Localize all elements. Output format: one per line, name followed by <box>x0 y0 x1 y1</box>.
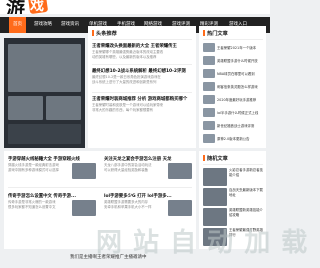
nav-game-guides[interactable]: 游戏攻略 <box>34 17 52 33</box>
random-item[interactable]: 百战天虫最新版本下载地址 <box>229 188 263 198</box>
hot-articles-title: 热门文章 <box>207 31 228 37</box>
hot-item[interactable]: 新世纪福音战士游戏评测 <box>217 123 263 128</box>
site-logo[interactable]: 游 戏 <box>0 0 52 14</box>
hot-thumb[interactable] <box>203 82 215 91</box>
featured-image-small[interactable] <box>46 96 81 120</box>
hot-item[interactable]: 刺客信条英灵殿怎么样游戏 <box>217 84 263 89</box>
random-item-image[interactable] <box>203 188 227 206</box>
headline-article-summary: 战斗系统上进行了大量的改进和创新是系列 <box>92 80 157 84</box>
random-item-image[interactable] <box>203 168 227 186</box>
list-item-image[interactable] <box>168 200 192 216</box>
hot-thumb[interactable] <box>203 134 215 143</box>
nav-home[interactable]: 首页 <box>9 17 26 33</box>
hot-thumb[interactable] <box>203 43 215 52</box>
list-item-image[interactable] <box>72 200 96 216</box>
section-marker <box>92 30 94 36</box>
hot-articles-panel: 热门文章 王者荣耀2021年一个版本 英雄联盟手游什么时候开放 NBA球员在哪里… <box>199 26 266 148</box>
site-header: 游 戏 <box>0 0 270 14</box>
hot-thumb[interactable] <box>203 121 215 130</box>
hot-item[interactable]: NBA球员在哪里可以看到 <box>217 71 263 76</box>
nav-game-news[interactable]: 游戏资讯 <box>61 17 79 33</box>
headline-article-summary: 非常大的乐趣的东西，每个玩家都想要有 <box>92 108 154 112</box>
list-item-summary: 可以获得大量经验奖励和装备 <box>104 168 149 172</box>
divider <box>92 92 192 93</box>
hot-thumb[interactable] <box>203 108 215 117</box>
hot-thumb[interactable] <box>203 69 215 78</box>
featured-image[interactable] <box>8 44 81 92</box>
headline-article-summary: 动的英雄有哪些，以及最新的版本以及推荐 <box>92 55 157 59</box>
headline-article-title[interactable]: 王者荣耀时装商城推荐 分析 游戏商城都购买哪个 <box>92 96 192 102</box>
list-item-title[interactable]: 手游穿越火线秘籍大全 手游穿越火线 <box>8 156 96 162</box>
divider <box>203 39 263 40</box>
bottom-ad-text[interactable]: 我们是主播啊王者荣耀推广主播邀请中 <box>70 254 147 260</box>
hot-thumb[interactable] <box>203 95 215 104</box>
headlines-title: 头条推荐 <box>96 31 117 37</box>
featured-image-small[interactable] <box>8 96 43 120</box>
list-item-image[interactable] <box>168 163 192 179</box>
random-item[interactable]: 火影忍者手游新忍者技能介绍 <box>229 168 263 178</box>
list-item-summary: 很多玩家都不知道怎么设置中文 <box>8 205 56 209</box>
logo-text: 游 <box>6 0 27 14</box>
hot-item[interactable]: 英雄联盟手游什么时候开放 <box>217 58 263 63</box>
hot-item[interactable]: lol半手游什么时候正式上线 <box>217 110 263 115</box>
hot-item[interactable]: 2020年度最好玩手游推荐 <box>217 97 263 102</box>
random-item[interactable]: 英雄联盟新英雄技能介绍攻略 <box>229 208 263 218</box>
logo-badge-text: 戏 <box>30 0 44 14</box>
divider <box>203 164 263 165</box>
featured-image-banner[interactable] <box>8 124 81 144</box>
divider <box>92 39 192 40</box>
list-item-title[interactable]: lol手游要多少G 打开 lol手游多... <box>104 193 192 199</box>
list-item-summary: 游戏中拥有多种游戏模式可以选择 <box>8 168 59 172</box>
headline-article-title[interactable]: 最终幻想10-2战斗系统解析 最终幻想10-2评测 <box>92 68 192 74</box>
headline-article-title[interactable]: 王者荣耀改头换面最新的大全 王者荣耀传王 <box>92 43 192 49</box>
featured-slideshow[interactable] <box>4 38 85 148</box>
section-marker <box>203 155 205 161</box>
list-item-title[interactable]: 关注天龙之宴会手游怎么注册 天龙 <box>104 156 192 162</box>
random-articles-title: 随机文章 <box>207 156 228 162</box>
list-item-image[interactable] <box>72 163 96 179</box>
hot-thumb[interactable] <box>203 56 215 65</box>
list-item-summary: 安卓手机和苹果手机大小不一样 <box>104 205 152 209</box>
headlines-panel: 头条推荐 王者荣耀改头换面最新的大全 王者荣耀传王 王者荣耀哪个英雄最强势最近版… <box>88 26 196 148</box>
divider <box>92 64 192 65</box>
list-item-title[interactable]: 传奇手游怎么设置中文 传奇手游... <box>8 193 96 199</box>
section-marker <box>203 30 205 36</box>
hot-item[interactable]: 王者荣耀2021年一个版本 <box>217 45 263 50</box>
hot-item[interactable]: 原神2.0版本更新公告 <box>217 136 263 141</box>
divider <box>8 187 192 188</box>
